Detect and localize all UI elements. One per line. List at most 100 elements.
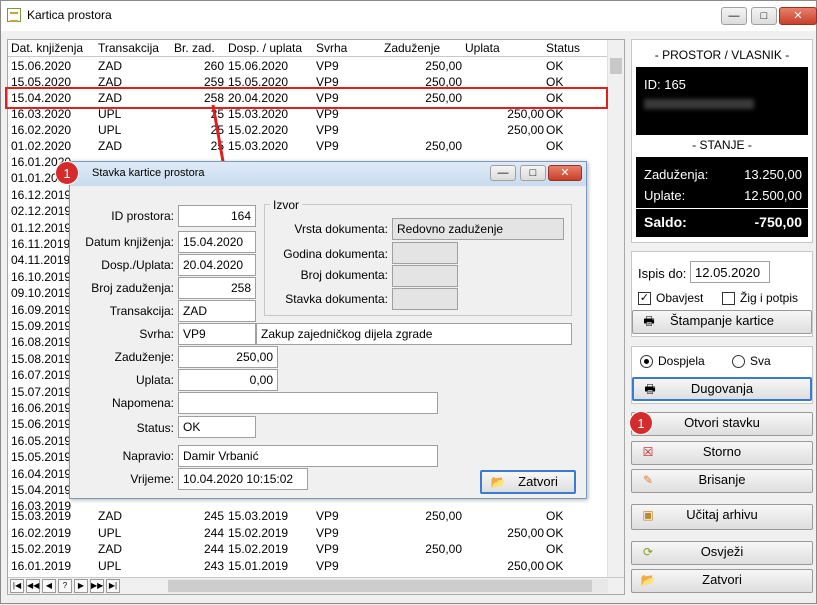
broj-dokumenta-field[interactable] [392, 265, 458, 287]
svrha-opis-field[interactable]: Zakup zajedničkog dijela zgrade [256, 323, 572, 345]
cell: UPL [98, 525, 122, 540]
uplate-label: Uplate: [644, 188, 686, 203]
stavka-dokumenta-field[interactable] [392, 288, 458, 310]
zatvori-button[interactable]: 📂 Zatvori [631, 569, 813, 593]
storno-button[interactable]: ☒ Storno [631, 441, 813, 465]
cell: OK [546, 123, 564, 137]
cell: 01.02.2020 [11, 139, 72, 153]
col-transakcija[interactable]: Transakcija [98, 41, 159, 55]
col-uplata[interactable]: Uplata [465, 41, 500, 55]
cell: 15.02.2019 [228, 525, 289, 540]
vertical-scrollbar[interactable] [607, 40, 624, 578]
cell: 15.03.2020 [228, 107, 289, 121]
ispis-date-field[interactable]: 12.05.2020 [690, 261, 770, 283]
cell: 15.06.2020 [228, 59, 289, 73]
cell: 15.06.2020 [11, 59, 72, 73]
dospjela-radio[interactable] [640, 355, 653, 368]
cell: VP9 [316, 107, 339, 121]
next-record-icon[interactable]: ▶ [74, 579, 88, 593]
napravio-field[interactable]: Damir Vrbanić [178, 445, 438, 467]
broj-zaduzenja-field[interactable]: 258 [178, 277, 256, 299]
obavjest-checkbox[interactable]: ✓ [638, 292, 651, 305]
dosp-uplata-field[interactable]: 20.04.2020 [178, 254, 256, 276]
brisanje-button[interactable]: ✎ Brisanje [631, 469, 813, 493]
col-status[interactable]: Status [546, 41, 580, 55]
cell: 15.03.2020 [228, 139, 289, 153]
last-record-icon[interactable]: ▶| [106, 579, 120, 593]
cell: OK [546, 525, 564, 540]
prostor-panel: - PROSTOR / VLASNIK - ID: 165 - STANJE -… [631, 39, 813, 243]
cell: 250,00 [425, 139, 462, 153]
cell: OK [546, 59, 564, 73]
cell: 244 [203, 525, 224, 540]
col-br-zad[interactable]: Br. zad. [174, 41, 215, 55]
cell: OK [546, 139, 564, 153]
status-field[interactable]: OK [178, 416, 256, 438]
cell: 15.02.2019 [228, 542, 289, 556]
godina-dokumenta-field[interactable] [392, 242, 458, 264]
napomena-field[interactable] [178, 392, 438, 414]
maximize-button[interactable]: □ [751, 7, 777, 25]
uplata-field[interactable]: 0,00 [178, 369, 278, 391]
svrha-field[interactable]: VP9 [178, 323, 256, 345]
cell: 25 [210, 139, 224, 153]
table-row[interactable]: 15.03.2019 ZAD 245 15.03.2019 VP9 250,00 OK [8, 508, 608, 524]
label-napomena: Napomena: [111, 396, 174, 410]
dialog-maximize-button[interactable]: □ [520, 165, 546, 181]
id-prostora-field[interactable]: 164 [178, 205, 256, 227]
col-zaduzenje[interactable]: Zaduženje [384, 41, 440, 55]
dospjela-label: Dospjela [658, 354, 705, 368]
dialog-close-button[interactable]: ✕ [548, 165, 582, 181]
horizontal-scrollbar[interactable] [168, 579, 608, 593]
cell: 15.08.2019 [11, 351, 72, 366]
horizontal-scroll-thumb[interactable] [168, 580, 592, 592]
cell: 16.01.2019 [11, 558, 72, 573]
table-row[interactable]: 16.02.2019 UPL 244 15.02.2019 VP9 250,00 OK [8, 525, 608, 541]
cell: VP9 [316, 59, 339, 73]
stampanje-button[interactable]: 🖶 Štampanje kartice [632, 310, 812, 334]
prev-page-icon[interactable]: ◀◀ [26, 579, 40, 593]
minimize-button[interactable]: — [721, 7, 747, 25]
otvori-stavku-button[interactable]: Otvori stavku [631, 412, 813, 436]
dialog-zatvori-button[interactable]: 📂 Zatvori [480, 470, 576, 494]
cell: 16.02.2020 [11, 123, 72, 137]
col-svrha[interactable]: Svrha [316, 41, 347, 55]
cell: 15.01.2019 [228, 558, 289, 573]
datum-knjizenja-field[interactable]: 15.04.2020 [178, 231, 256, 253]
ucitaj-arhivu-button[interactable]: ▣ Učitaj arhivu [631, 504, 813, 530]
zaduzenje-field[interactable]: 250,00 [178, 346, 278, 368]
stanje-header: - STANJE - [692, 138, 752, 152]
cell: 04.11.2019 [11, 253, 71, 268]
transakcija-field[interactable]: ZAD [178, 300, 256, 322]
step-badge-otvori: 1 [629, 411, 653, 435]
printer-icon: 🖶 [644, 382, 656, 396]
table-row[interactable]: 01.02.2020 ZAD 25 15.03.2020 VP9 250,00 OK [8, 138, 608, 154]
cell: 15.02.2019 [11, 542, 72, 556]
dugovanja-button[interactable]: 🖶 Dugovanja [632, 377, 812, 401]
table-row[interactable]: 15.02.2019 ZAD 244 15.02.2019 VP9 250,00 OK [8, 541, 608, 557]
osvjezi-button[interactable]: ⟳ Osvježi [631, 541, 813, 565]
saldo-label: Saldo: [644, 214, 687, 230]
label-stavka-dokumenta: Stavka dokumenta: [285, 292, 388, 306]
folder-open-icon: 📂 [640, 573, 656, 587]
prev-record-icon[interactable]: ◀ [42, 579, 56, 593]
zig-checkbox[interactable] [722, 292, 735, 305]
table-row[interactable]: 15.06.2020 ZAD 260 15.06.2020 VP9 250,00 OK [8, 58, 608, 74]
scroll-thumb[interactable] [610, 58, 622, 74]
storno-icon: ☒ [642, 445, 654, 459]
help-icon[interactable]: ? [58, 579, 72, 593]
col-dat-knjizenja[interactable]: Dat. knjiženja [11, 41, 83, 55]
sva-radio[interactable] [732, 355, 745, 368]
cell: ZAD [98, 509, 122, 523]
vrijeme-field[interactable]: 10.04.2020 10:15:02 [178, 468, 308, 490]
cell: 15.06.2019 [11, 417, 72, 432]
close-button[interactable]: ✕ [779, 7, 817, 25]
dialog-minimize-button[interactable]: — [490, 165, 516, 181]
table-row[interactable]: 16.01.2019 UPL 243 15.01.2019 VP9 250,00 OK [8, 558, 608, 574]
next-page-icon[interactable]: ▶▶ [90, 579, 104, 593]
cell: 01.12.2019 [11, 220, 72, 235]
table-row[interactable]: 16.02.2020 UPL 25 15.02.2020 VP9 250,00 OK [8, 122, 608, 138]
col-dosp-uplata[interactable]: Dosp. / uplata [228, 41, 302, 55]
vrsta-dokumenta-field[interactable]: Redovno zaduženje [392, 218, 564, 240]
first-record-icon[interactable]: |◀ [10, 579, 24, 593]
